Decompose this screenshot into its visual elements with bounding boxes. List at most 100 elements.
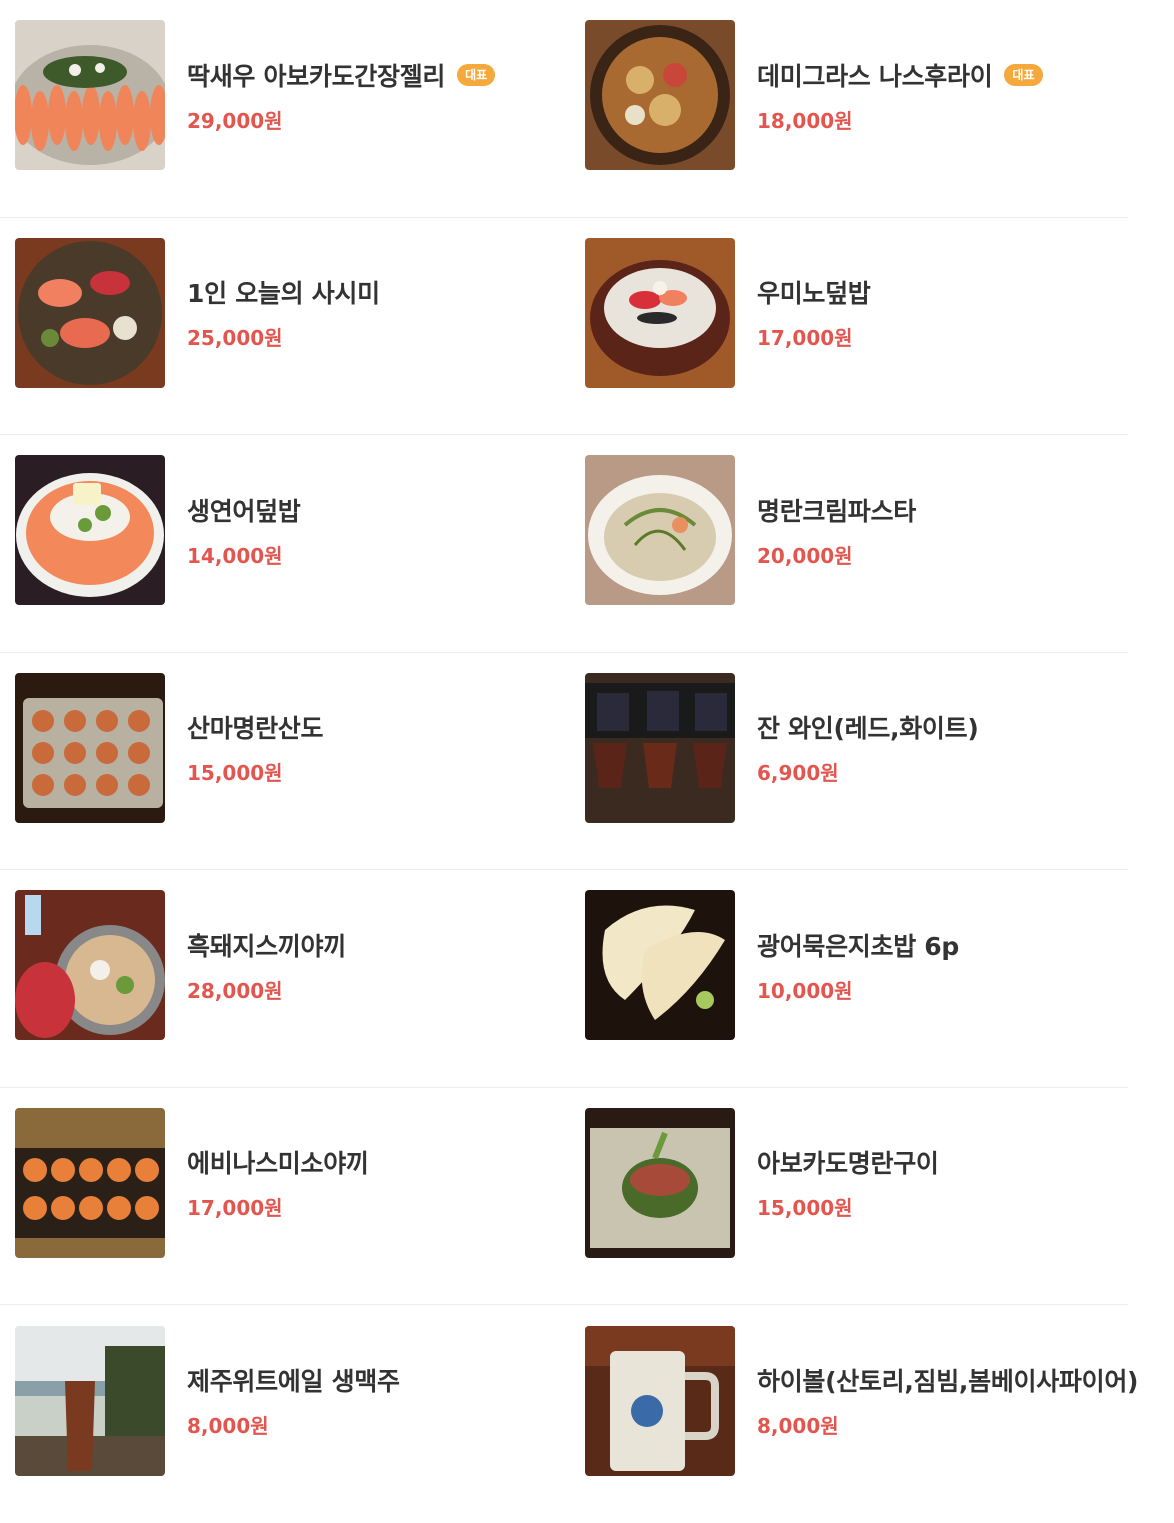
menu-item-photo[interactable] — [15, 1107, 165, 1258]
sashimi-plate-image — [15, 237, 165, 388]
menu-item[interactable]: 우미노덮밥 17,000원 — [570, 205, 1128, 422]
menu-item-photo[interactable] — [585, 237, 735, 388]
menu-item-name: 하이볼(산토리,짐빔,봄베이사파이어) — [757, 1367, 1139, 1397]
menu-item-info: 아보카도명란구이 15,000원 — [757, 1144, 939, 1221]
menu-item[interactable]: 광어묵은지초밥 6p 10,000원 — [570, 857, 1128, 1074]
menu-item-photo[interactable] — [585, 1107, 735, 1258]
menu-item[interactable]: 명란크림파스타 20,000원 — [570, 422, 1128, 639]
menu-item-name-line: 하이볼(산토리,짐빔,봄베이사파이어) — [757, 1362, 1138, 1398]
menu-row: 흑돼지스끼야끼 28,000원 광어묵은지초밥 6p 10,000원 — [0, 870, 1128, 1088]
menu-item-name-line: 우미노덮밥 — [757, 274, 871, 310]
avocado-grill-image — [585, 1107, 735, 1258]
menu-item-photo[interactable] — [15, 237, 165, 388]
signature-badge: 대표 — [457, 63, 496, 86]
menu-item-info: 생연어덮밥 14,000원 — [187, 492, 301, 569]
menu-item-price: 17,000원 — [757, 326, 853, 351]
menu-item-info: 우미노덮밥 17,000원 — [757, 274, 871, 351]
menu-row: 제주위트에일 생맥주 8,000원 하이볼(산토리,짐빔,봄베이사파이어) 8,… — [0, 1305, 1138, 1523]
menu-item-price: 8,000원 — [187, 1414, 269, 1439]
menu-item-info: 흑돼지스끼야끼 28,000원 — [187, 927, 346, 1004]
miso-yaki-image — [15, 1107, 165, 1258]
menu-item-price: 6,900원 — [757, 761, 839, 786]
menu-item[interactable]: 에비나스미소야끼 17,000원 — [0, 1075, 570, 1292]
menu-item-name-line: 산마명란산도 — [187, 709, 324, 745]
menu-item-info: 에비나스미소야끼 17,000원 — [187, 1144, 369, 1221]
menu-item-name: 우미노덮밥 — [757, 279, 871, 309]
menu-item-name-line: 1인 오늘의 사시미 — [187, 274, 380, 310]
cream-pasta-image — [585, 455, 735, 606]
menu-item-name: 명란크림파스타 — [757, 496, 916, 526]
signature-badge: 대표 — [1004, 63, 1043, 86]
menu-row: 생연어덮밥 14,000원 명란크림파스타 20,000원 — [0, 435, 1128, 653]
menu-item-photo[interactable] — [15, 455, 165, 606]
menu-item-price: 18,000원 — [757, 108, 853, 133]
menu-item[interactable]: 아보카도명란구이 15,000원 — [570, 1075, 1128, 1292]
menu-item-price: 29,000원 — [187, 108, 283, 133]
menu-item-name-line: 에비나스미소야끼 — [187, 1144, 369, 1180]
menu-item-photo[interactable] — [15, 1325, 165, 1476]
highball-mug-image — [585, 1325, 735, 1476]
menu-item-name: 생연어덮밥 — [187, 496, 301, 526]
menu-item-price: 15,000원 — [187, 761, 283, 786]
menu-item-price: 20,000원 — [757, 543, 853, 568]
menu-item-photo[interactable] — [15, 672, 165, 823]
menu-item-photo[interactable] — [15, 890, 165, 1041]
menu-item-price: 14,000원 — [187, 543, 283, 568]
menu-item-name: 1인 오늘의 사시미 — [187, 279, 380, 309]
menu-item-name-line: 제주위트에일 생맥주 — [187, 1362, 400, 1398]
menu-row: 에비나스미소야끼 17,000원 아보카도명란구이 15,000원 — [0, 1088, 1128, 1305]
menu-item-info: 하이볼(산토리,짐빔,봄베이사파이어) 8,000원 — [757, 1362, 1138, 1439]
menu-item-info: 명란크림파스타 20,000원 — [757, 492, 916, 569]
menu-item-info: 데미그라스 나스후라이 대표 18,000원 — [757, 57, 1043, 134]
menu-item-price: 17,000원 — [187, 1196, 283, 1221]
menu-item-name: 아보카도명란구이 — [757, 1149, 939, 1179]
menu-row: 딱새우 아보카도간장젤리 대표 29,000원 데미그라스 나스후라이 대표 1… — [0, 0, 1128, 218]
menu-item-name-line: 잔 와인(레드,화이트) — [757, 709, 979, 745]
menu-row: 산마명란산도 15,000원 잔 와인(레드,화이트) 6,900원 — [0, 653, 1128, 870]
menu-item-name-line: 명란크림파스타 — [757, 492, 916, 528]
menu-item-photo[interactable] — [585, 1325, 735, 1476]
menu-item-photo[interactable] — [15, 20, 165, 171]
flatfish-sushi-image — [585, 890, 735, 1041]
menu-item-name-line: 광어묵은지초밥 6p — [757, 927, 959, 963]
sukiyaki-set-image — [15, 890, 165, 1041]
menu-item[interactable]: 산마명란산도 15,000원 — [0, 640, 570, 857]
menu-item-price: 25,000원 — [187, 326, 283, 351]
menu-item-name-line: 흑돼지스끼야끼 — [187, 927, 346, 963]
menu-item-photo[interactable] — [585, 20, 735, 171]
menu-item-name: 광어묵은지초밥 6p — [757, 931, 959, 961]
menu-item-price: 10,000원 — [757, 978, 853, 1003]
menu-item-name: 흑돼지스끼야끼 — [187, 931, 346, 961]
draft-beer-image — [15, 1325, 165, 1476]
menu-item[interactable]: 하이볼(산토리,짐빔,봄베이사파이어) 8,000원 — [570, 1292, 1138, 1510]
menu-item-name: 데미그라스 나스후라이 — [757, 61, 993, 91]
menu-item-name: 잔 와인(레드,화이트) — [757, 714, 979, 744]
menu-row: 1인 오늘의 사시미 25,000원 우미노덮밥 17,000원 — [0, 218, 1128, 435]
menu-item-name-line: 생연어덮밥 — [187, 492, 301, 528]
seafood-bowl-image — [585, 237, 735, 388]
eggplant-fry-image — [585, 20, 735, 171]
menu-item[interactable]: 잔 와인(레드,화이트) 6,900원 — [570, 640, 1128, 857]
menu-item-info: 1인 오늘의 사시미 25,000원 — [187, 274, 380, 351]
menu-item[interactable]: 제주위트에일 생맥주 8,000원 — [0, 1292, 570, 1510]
wine-glasses-image — [585, 672, 735, 823]
menu-item-photo[interactable] — [585, 455, 735, 606]
yam-sando-image — [15, 672, 165, 823]
menu-item[interactable]: 생연어덮밥 14,000원 — [0, 422, 570, 639]
menu-item-info: 광어묵은지초밥 6p 10,000원 — [757, 927, 959, 1004]
menu-item-price: 15,000원 — [757, 1196, 853, 1221]
menu-item[interactable]: 딱새우 아보카도간장젤리 대표 29,000원 — [0, 0, 570, 204]
menu-item-name: 에비나스미소야끼 — [187, 1149, 369, 1179]
menu-item-name: 산마명란산도 — [187, 714, 324, 744]
salmon-bowl-image — [15, 455, 165, 606]
menu-item-name: 제주위트에일 생맥주 — [187, 1367, 400, 1397]
menu-item-name-line: 딱새우 아보카도간장젤리 대표 — [187, 57, 496, 93]
menu-item-photo[interactable] — [585, 672, 735, 823]
menu-item-name-line: 아보카도명란구이 — [757, 1144, 939, 1180]
menu-item[interactable]: 1인 오늘의 사시미 25,000원 — [0, 205, 570, 422]
menu-item[interactable]: 데미그라스 나스후라이 대표 18,000원 — [570, 0, 1128, 204]
menu-item-photo[interactable] — [585, 890, 735, 1041]
menu-item-info: 딱새우 아보카도간장젤리 대표 29,000원 — [187, 57, 496, 134]
menu-item-price: 28,000원 — [187, 978, 283, 1003]
menu-item[interactable]: 흑돼지스끼야끼 28,000원 — [0, 857, 570, 1074]
